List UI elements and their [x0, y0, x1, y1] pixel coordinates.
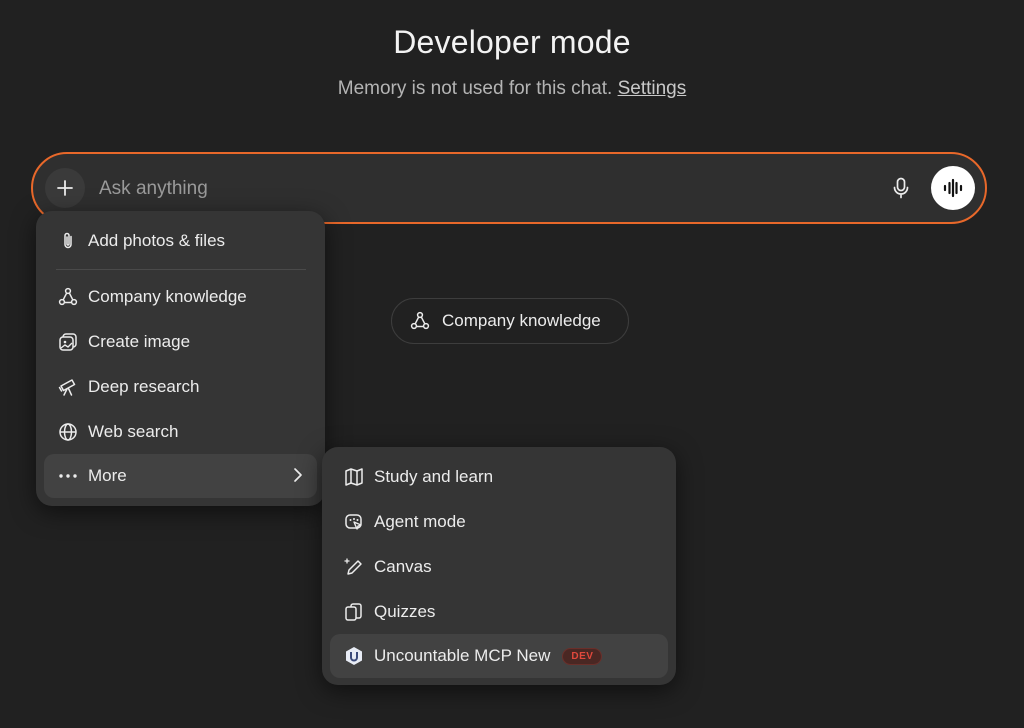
company-knowledge-pill[interactable]: Company knowledge: [391, 298, 629, 344]
dictate-button[interactable]: [887, 174, 915, 202]
globe-icon: [58, 422, 78, 442]
book-icon: [344, 467, 364, 487]
menu-item-label: Company knowledge: [88, 287, 247, 306]
ellipsis-icon: [58, 466, 78, 486]
menu-item-label: Quizzes: [374, 602, 436, 621]
paperclip-icon: [58, 231, 78, 251]
tools-menu: Add photos & files Company knowledge Cre…: [36, 211, 325, 506]
menu-item-label: Create image: [88, 332, 191, 351]
menu-item-label: Agent mode: [374, 512, 466, 531]
menu-divider: [56, 269, 306, 270]
menu-item-uncountable-mcp[interactable]: Uncountable MCP New DEV: [330, 634, 668, 678]
menu-item-label: Deep research: [88, 377, 200, 396]
pill-label: Company knowledge: [442, 311, 601, 330]
agent-icon: [344, 512, 364, 532]
menu-item-label: More: [88, 466, 127, 485]
menu-item-label: Study and learn: [374, 467, 494, 486]
menu-item-deep-research[interactable]: Deep research: [44, 365, 317, 409]
menu-item-create-image[interactable]: Create image: [44, 320, 317, 364]
memory-notice: Memory is not used for this chat. Settin…: [0, 78, 1024, 100]
menu-item-study-and-learn[interactable]: Study and learn: [330, 455, 668, 499]
image-icon: [58, 332, 78, 352]
uncountable-logo-icon: [344, 646, 364, 666]
menu-item-label: Web search: [88, 422, 179, 441]
voice-mode-button[interactable]: [931, 166, 975, 210]
plus-icon: [57, 180, 73, 196]
menu-item-label: Add photos & files: [88, 231, 226, 250]
more-submenu: Study and learn Agent mode Canvas Quizze…: [322, 447, 676, 685]
company-knowledge-icon: [410, 311, 430, 330]
menu-item-company-knowledge[interactable]: Company knowledge: [44, 275, 317, 319]
page-title: Developer mode: [393, 24, 631, 60]
page: Developer mode Memory is not used for th…: [0, 0, 1024, 728]
prompt-input[interactable]: [97, 170, 861, 208]
cards-icon: [344, 602, 364, 622]
settings-link[interactable]: Settings: [618, 78, 687, 99]
pencil-icon: [344, 557, 364, 577]
waveform-icon: [943, 178, 963, 198]
menu-item-agent-mode[interactable]: Agent mode: [330, 500, 668, 544]
menu-item-label: Canvas: [374, 557, 432, 576]
chevron-right-icon: [293, 467, 303, 483]
telescope-icon: [58, 377, 78, 397]
menu-item-add-photos-files[interactable]: Add photos & files: [44, 219, 317, 263]
company-knowledge-icon: [58, 287, 78, 307]
menu-item-more[interactable]: More: [44, 454, 317, 498]
memory-notice-text: Memory is not used for this chat.: [337, 78, 613, 99]
menu-item-quizzes[interactable]: Quizzes: [330, 590, 668, 634]
menu-item-canvas[interactable]: Canvas: [330, 545, 668, 589]
menu-item-web-search[interactable]: Web search: [44, 410, 317, 454]
add-button[interactable]: [45, 168, 85, 208]
microphone-icon: [893, 177, 909, 199]
dev-badge: DEV: [562, 647, 603, 665]
menu-item-label: Uncountable MCP New: [374, 646, 551, 665]
